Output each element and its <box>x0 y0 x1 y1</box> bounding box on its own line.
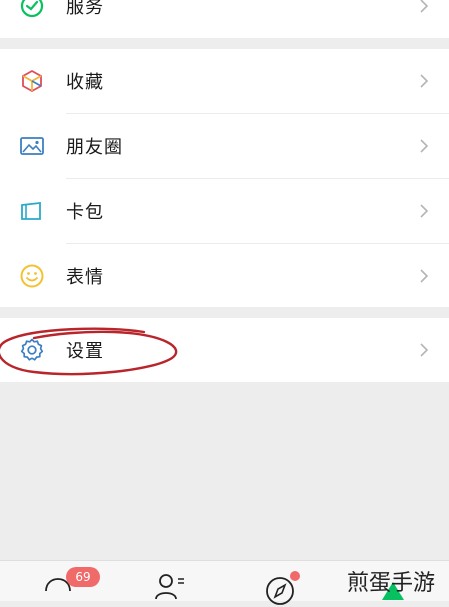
menu-item-moments[interactable]: 朋友圈 <box>0 114 449 178</box>
chevron-right-icon <box>420 343 429 357</box>
menu-item-label: 收藏 <box>66 72 104 93</box>
menu-item-label: 卡包 <box>66 202 104 223</box>
main-menu-group: 收藏 朋友圈 卡包 表情 <box>0 49 449 307</box>
menu-item-label: 设置 <box>66 341 104 362</box>
menu-item-cards[interactable]: 卡包 <box>0 179 449 243</box>
chevron-right-icon <box>420 139 429 153</box>
settings-gear-icon <box>19 337 45 363</box>
favorites-cube-icon <box>19 68 45 94</box>
menu-item-label: 朋友圈 <box>66 137 123 158</box>
chevron-right-icon <box>420 204 429 218</box>
chevron-right-icon <box>420 0 429 13</box>
unread-badge: 69 <box>66 567 100 587</box>
sticker-smile-icon <box>19 263 45 289</box>
menu-item-label: 表情 <box>66 267 104 288</box>
chevron-right-icon <box>420 269 429 283</box>
menu-item-label: 服务 <box>66 0 104 18</box>
service-group: 服务 <box>0 0 449 38</box>
contacts-tab-icon[interactable] <box>150 567 190 607</box>
service-icon <box>19 0 45 19</box>
menu-item-settings[interactable]: 设置 <box>0 318 449 382</box>
chevron-right-icon <box>420 74 429 88</box>
card-wallet-icon <box>19 198 45 224</box>
menu-item-stickers[interactable]: 表情 <box>0 244 449 308</box>
moments-image-icon <box>19 133 45 159</box>
settings-group: 设置 <box>0 318 449 382</box>
menu-item-favorites[interactable]: 收藏 <box>0 49 449 113</box>
discover-dot-badge <box>290 571 300 581</box>
menu-item-service[interactable]: 服务 <box>0 0 449 38</box>
watermark-text: 煎蛋手游 <box>347 571 436 596</box>
